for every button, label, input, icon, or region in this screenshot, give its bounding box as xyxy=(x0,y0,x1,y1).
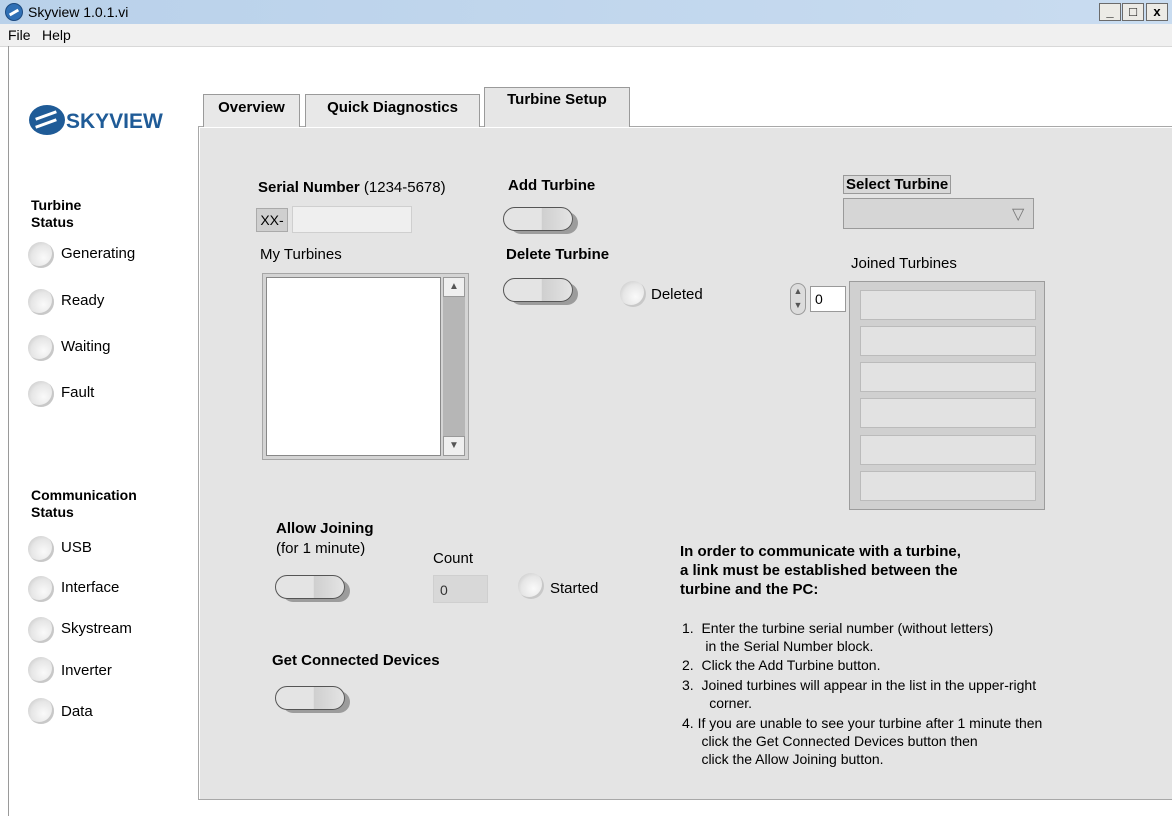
select-turbine-dropdown[interactable] xyxy=(843,198,1034,229)
close-button[interactable]: x xyxy=(1146,3,1168,21)
instruction-step: 3. Joined turbines will appear in the li… xyxy=(682,677,1037,711)
title-bar xyxy=(0,0,1172,25)
scroll-up-icon[interactable]: ▲ xyxy=(443,277,465,297)
serial-prefix: XX- xyxy=(256,208,288,232)
minimize-button[interactable]: _ xyxy=(1099,3,1121,21)
delete-turbine-label: Delete Turbine xyxy=(506,246,610,263)
my-turbines-list: ▲ ▼ xyxy=(262,273,469,460)
allow-joining-button[interactable] xyxy=(275,575,345,599)
interface-led-icon xyxy=(28,576,54,602)
index-spinner-icon[interactable]: ▲ ▼ xyxy=(790,283,806,315)
tab-overview[interactable]: Overview xyxy=(203,94,300,127)
usb-label: USB xyxy=(61,539,92,556)
instructions-heading: In order to communicate with a turbine, … xyxy=(680,543,961,598)
interface-label: Interface xyxy=(61,579,120,596)
generating-led-icon xyxy=(28,242,54,268)
app-icon xyxy=(5,3,23,21)
joined-turbine-slot[interactable] xyxy=(860,290,1036,320)
started-label: Started xyxy=(550,580,599,597)
get-connected-devices-label: Get Connected Devices xyxy=(272,652,440,669)
menu-bar xyxy=(0,24,1172,47)
deleted-label: Deleted xyxy=(651,286,703,303)
instruction-step: 1. Enter the turbine serial number (with… xyxy=(682,620,994,654)
window-frame xyxy=(8,46,9,816)
usb-led-icon xyxy=(28,536,54,562)
communication-status-title: Communication Status xyxy=(31,487,137,520)
ready-led-icon xyxy=(28,289,54,315)
my-turbines-label: My Turbines xyxy=(260,246,342,263)
list-scrollbar[interactable]: ▲ ▼ xyxy=(443,277,465,456)
joined-turbine-slot[interactable] xyxy=(860,398,1036,428)
count-value: 0 xyxy=(433,575,488,603)
skystream-label: Skystream xyxy=(61,620,132,637)
logo-text: SKYVIEW xyxy=(66,110,163,133)
window-title: Skyview 1.0.1.vi xyxy=(28,4,129,20)
waiting-led-icon xyxy=(28,335,54,361)
joined-index-input[interactable]: 0 xyxy=(810,286,846,312)
ready-label: Ready xyxy=(61,292,105,309)
fault-led-icon xyxy=(28,381,54,407)
serial-number-hint: (1234-5678) xyxy=(363,179,446,196)
joined-turbine-slot[interactable] xyxy=(860,326,1036,356)
instruction-step: 2. Click the Add Turbine button. xyxy=(682,657,881,673)
joined-turbines-label: Joined Turbines xyxy=(851,255,957,272)
skystream-led-icon xyxy=(28,617,54,643)
data-label: Data xyxy=(61,703,93,720)
joined-turbine-slot[interactable] xyxy=(860,362,1036,392)
tab-turbine-setup[interactable]: Turbine Setup xyxy=(484,87,630,127)
joined-turbines-array xyxy=(849,281,1045,510)
get-connected-devices-button[interactable] xyxy=(275,686,345,710)
instruction-step: 4. If you are unable to see your turbine… xyxy=(682,715,1043,767)
count-label: Count xyxy=(433,550,474,567)
allow-joining-label: Allow Joining xyxy=(276,520,374,537)
serial-number-label: Serial Number (1234-5678) xyxy=(258,179,446,196)
joined-turbine-slot[interactable] xyxy=(860,471,1036,501)
turbine-status-title: Turbine Status xyxy=(31,197,82,230)
my-turbines-listbox[interactable] xyxy=(266,277,441,456)
joined-turbine-slot[interactable] xyxy=(860,435,1036,465)
dropdown-arrow-icon[interactable]: ▽ xyxy=(1012,204,1024,224)
started-led-icon xyxy=(518,573,544,599)
menu-help[interactable]: Help xyxy=(42,27,71,43)
allow-joining-sublabel: (for 1 minute) xyxy=(276,540,366,557)
tab-quick-diagnostics[interactable]: Quick Diagnostics xyxy=(305,94,480,127)
generating-label: Generating xyxy=(61,245,136,262)
inverter-led-icon xyxy=(28,657,54,683)
maximize-button[interactable]: □ xyxy=(1122,3,1144,21)
add-turbine-label: Add Turbine xyxy=(508,177,596,194)
waiting-label: Waiting xyxy=(61,338,111,355)
menu-file[interactable]: File xyxy=(8,27,31,43)
data-led-icon xyxy=(28,698,54,724)
delete-turbine-button[interactable] xyxy=(503,278,573,302)
fault-label: Fault xyxy=(61,384,95,401)
add-turbine-button[interactable] xyxy=(503,207,573,231)
serial-number-input[interactable] xyxy=(292,206,412,233)
inverter-label: Inverter xyxy=(61,662,112,679)
scroll-down-icon[interactable]: ▼ xyxy=(443,436,465,456)
serial-number-title: Serial Number xyxy=(258,179,360,196)
deleted-led-icon xyxy=(620,281,646,307)
skyview-logo-icon xyxy=(29,105,65,135)
select-turbine-label: Select Turbine xyxy=(843,175,952,194)
